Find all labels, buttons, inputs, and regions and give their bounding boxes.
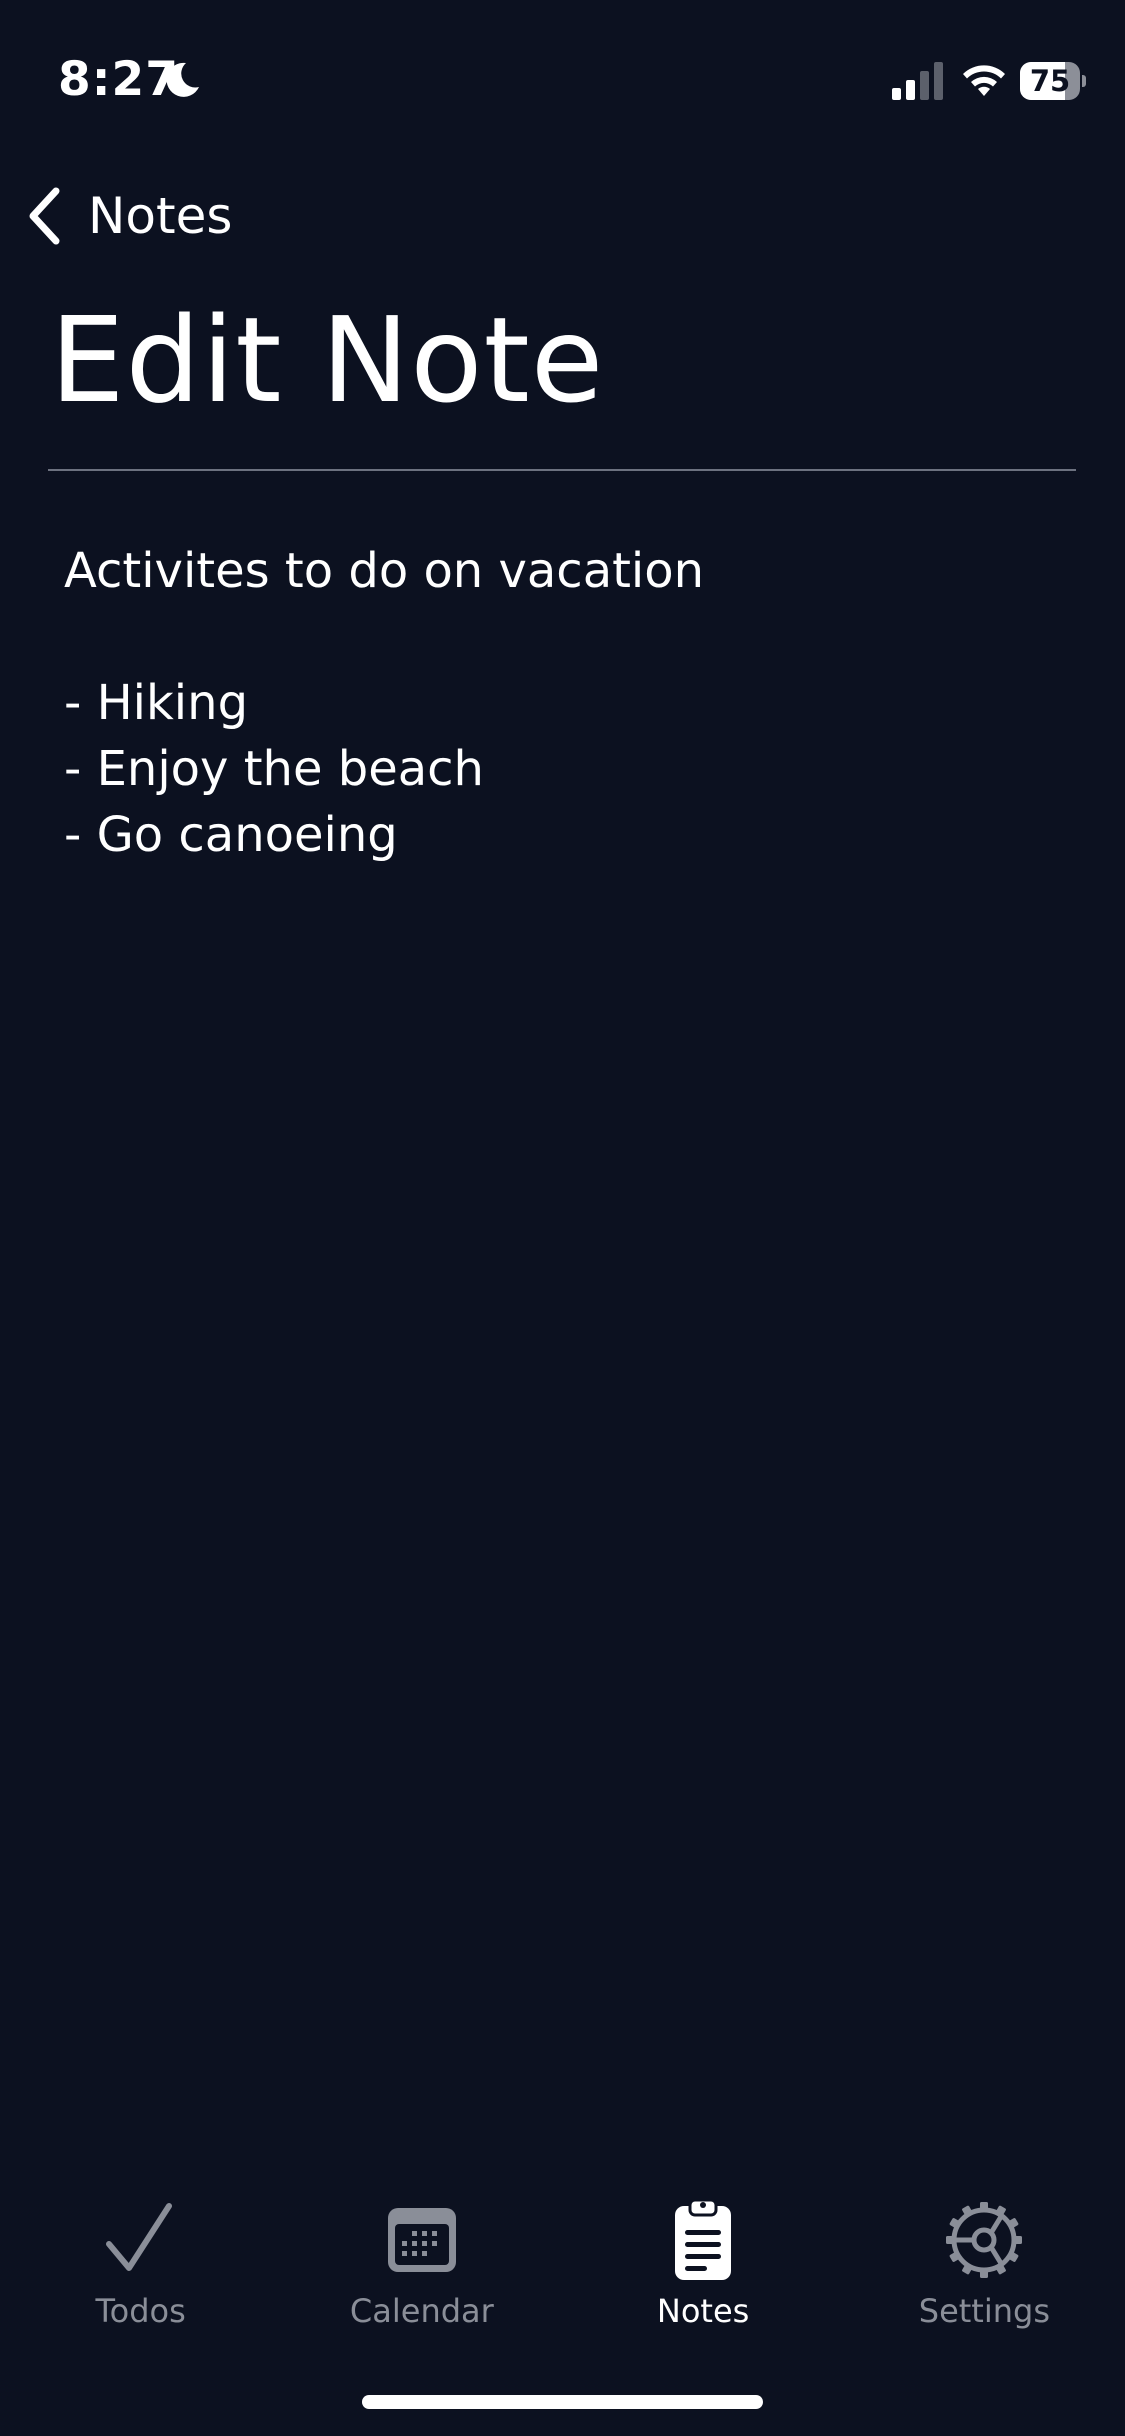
chevron-left-icon <box>29 187 60 245</box>
title-divider <box>48 469 1076 471</box>
tab-settings[interactable]: Settings <box>844 2180 1125 2360</box>
tab-label-settings: Settings <box>918 2292 1050 2330</box>
edit-note-screen: 8:27 75 Notes Edit Note Activites to do … <box>0 0 1125 2436</box>
tab-label-todos: Todos <box>95 2292 186 2330</box>
home-indicator[interactable] <box>362 2395 763 2409</box>
moon-icon <box>166 62 199 97</box>
tab-label-notes: Notes <box>656 2292 750 2330</box>
back-button[interactable]: Notes <box>26 180 266 252</box>
calendar-icon <box>387 2208 456 2272</box>
clipboard-icon <box>675 2198 732 2280</box>
tab-todos[interactable]: Todos <box>0 2180 281 2360</box>
tab-calendar[interactable]: Calendar <box>281 2180 562 2360</box>
page-title: Edit Note <box>50 291 605 429</box>
back-label: Notes <box>88 187 233 245</box>
status-bar: 8:27 75 <box>0 0 1125 150</box>
wifi-icon <box>963 65 1005 96</box>
cellular-signal-icon <box>892 62 943 100</box>
battery-level: 75 <box>1029 64 1071 98</box>
tab-notes[interactable]: Notes <box>563 2180 844 2360</box>
tab-label-calendar: Calendar <box>349 2292 494 2330</box>
tab-bar: Todos Calendar Notes Settings <box>0 2180 1125 2360</box>
note-text-editor[interactable]: Activites to do on vacation - Hiking - E… <box>64 538 1064 2038</box>
status-time: 8:27 <box>58 52 179 107</box>
gear-icon <box>946 2202 1023 2278</box>
checkmark-icon <box>105 2203 172 2271</box>
battery-icon: 75 <box>1020 62 1086 100</box>
